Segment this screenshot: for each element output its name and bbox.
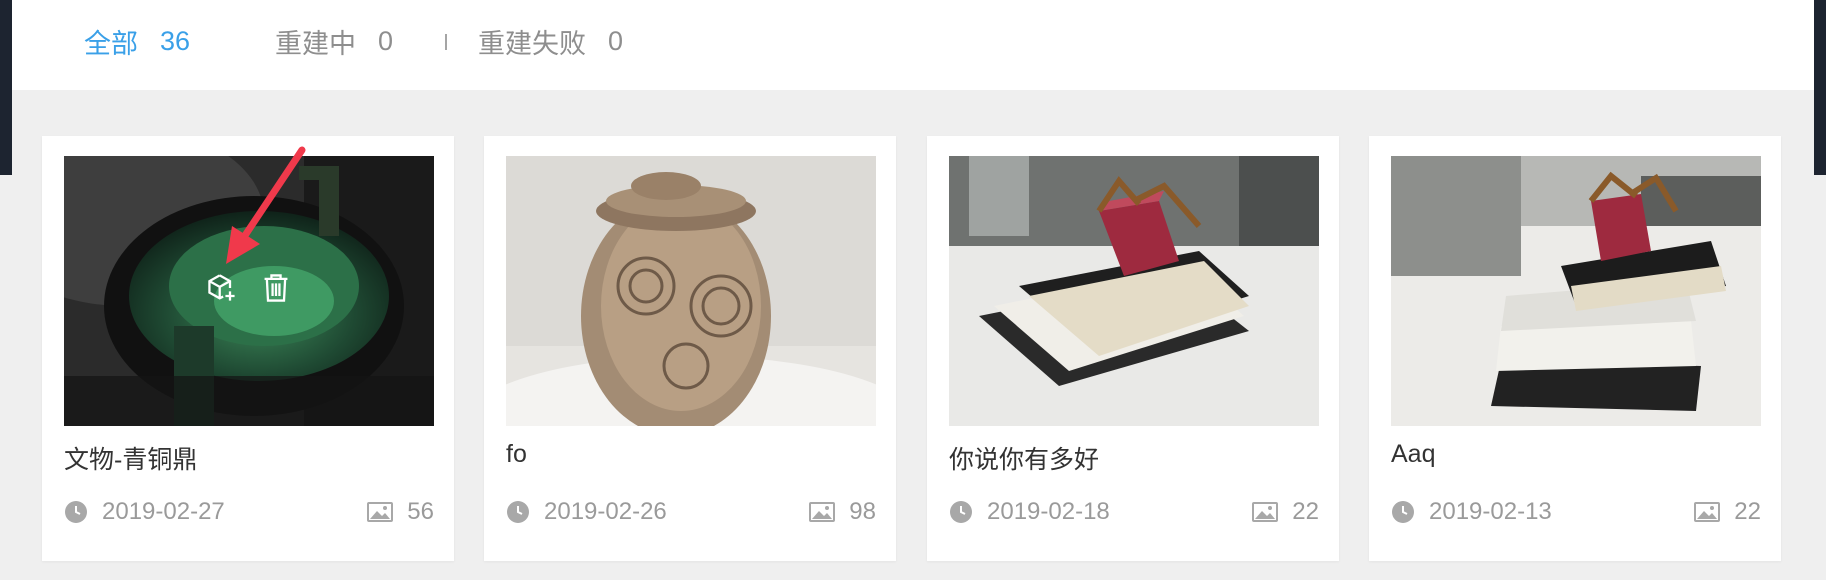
image-icon (367, 502, 394, 522)
model-date: 2019-02-18 (949, 498, 1110, 526)
model-thumbnail[interactable] (949, 156, 1319, 426)
photo-count-text: 22 (1292, 498, 1319, 525)
tab-rebuild-failed[interactable]: 重建失败 0 (478, 22, 623, 60)
clock-icon (506, 500, 530, 524)
model-thumbnail[interactable] (64, 156, 434, 426)
tab-label: 重建中 (275, 28, 356, 59)
image-icon (1252, 502, 1279, 522)
filter-tabs-bar: 全部 36 重建中 0 重建失败 0 (12, 0, 1814, 90)
model-date: 2019-02-26 (506, 498, 667, 526)
tab-label: 全部 (84, 28, 138, 59)
model-card[interactable]: Aaq 2019-02-13 22 (1369, 136, 1781, 561)
thumbnail-image (506, 156, 876, 426)
photo-count-text: 22 (1734, 498, 1761, 525)
model-title: Aaq (1391, 440, 1436, 468)
tab-all[interactable]: 全部 36 (84, 22, 190, 60)
date-text: 2019-02-26 (544, 498, 667, 525)
window-edge-right (1814, 0, 1826, 175)
photo-count: 22 (1694, 498, 1761, 526)
thumbnail-image (1391, 156, 1761, 426)
tab-count: 0 (378, 25, 394, 56)
thumbnail-image (949, 156, 1319, 426)
clock-icon (1391, 500, 1415, 524)
model-thumbnail[interactable] (1391, 156, 1761, 426)
tab-rebuilding[interactable]: 重建中 0 (275, 22, 393, 60)
clock-icon (64, 500, 88, 524)
model-card[interactable]: 文物-青铜鼎 2019-02-27 56 (42, 136, 454, 561)
photo-count: 56 (367, 498, 434, 526)
model-title: 文物-青铜鼎 (64, 446, 198, 474)
model-title: 你说你有多好 (949, 446, 1100, 474)
photo-count-text: 56 (407, 498, 434, 525)
date-text: 2019-02-13 (1429, 498, 1552, 525)
model-thumbnail[interactable] (506, 156, 876, 426)
model-card[interactable]: fo 2019-02-26 98 (484, 136, 896, 561)
window-edge-left (0, 0, 12, 175)
tab-count: 0 (608, 25, 624, 56)
model-date: 2019-02-27 (64, 498, 225, 526)
thumbnail-hover-actions (206, 272, 292, 304)
photo-count: 22 (1252, 498, 1319, 526)
date-text: 2019-02-27 (102, 498, 225, 525)
tab-divider (445, 34, 447, 50)
date-text: 2019-02-18 (987, 498, 1110, 525)
clock-icon (949, 500, 973, 524)
trash-icon[interactable] (260, 272, 292, 304)
add-model-icon[interactable] (206, 272, 238, 304)
tab-label: 重建失败 (478, 28, 586, 59)
image-icon (809, 502, 836, 522)
tab-count: 36 (160, 25, 191, 56)
model-title: fo (506, 440, 527, 468)
photo-count-text: 98 (849, 498, 876, 525)
model-date: 2019-02-13 (1391, 498, 1552, 526)
image-icon (1694, 502, 1721, 522)
model-card[interactable]: 你说你有多好 2019-02-18 22 (927, 136, 1339, 561)
photo-count: 98 (809, 498, 876, 526)
